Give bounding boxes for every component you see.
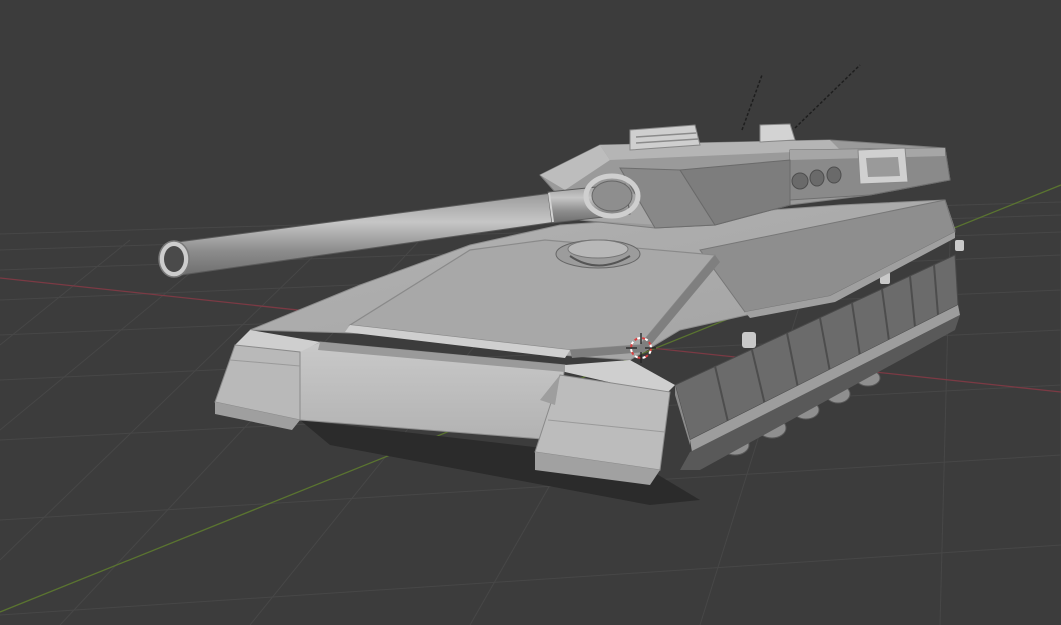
tank-model[interactable] [158, 64, 964, 505]
antenna-right [794, 64, 861, 129]
viewport-canvas[interactable] [0, 0, 1061, 625]
hull-hatch [555, 239, 641, 269]
antenna-left [741, 74, 763, 131]
3d-viewport[interactable] [0, 0, 1061, 625]
